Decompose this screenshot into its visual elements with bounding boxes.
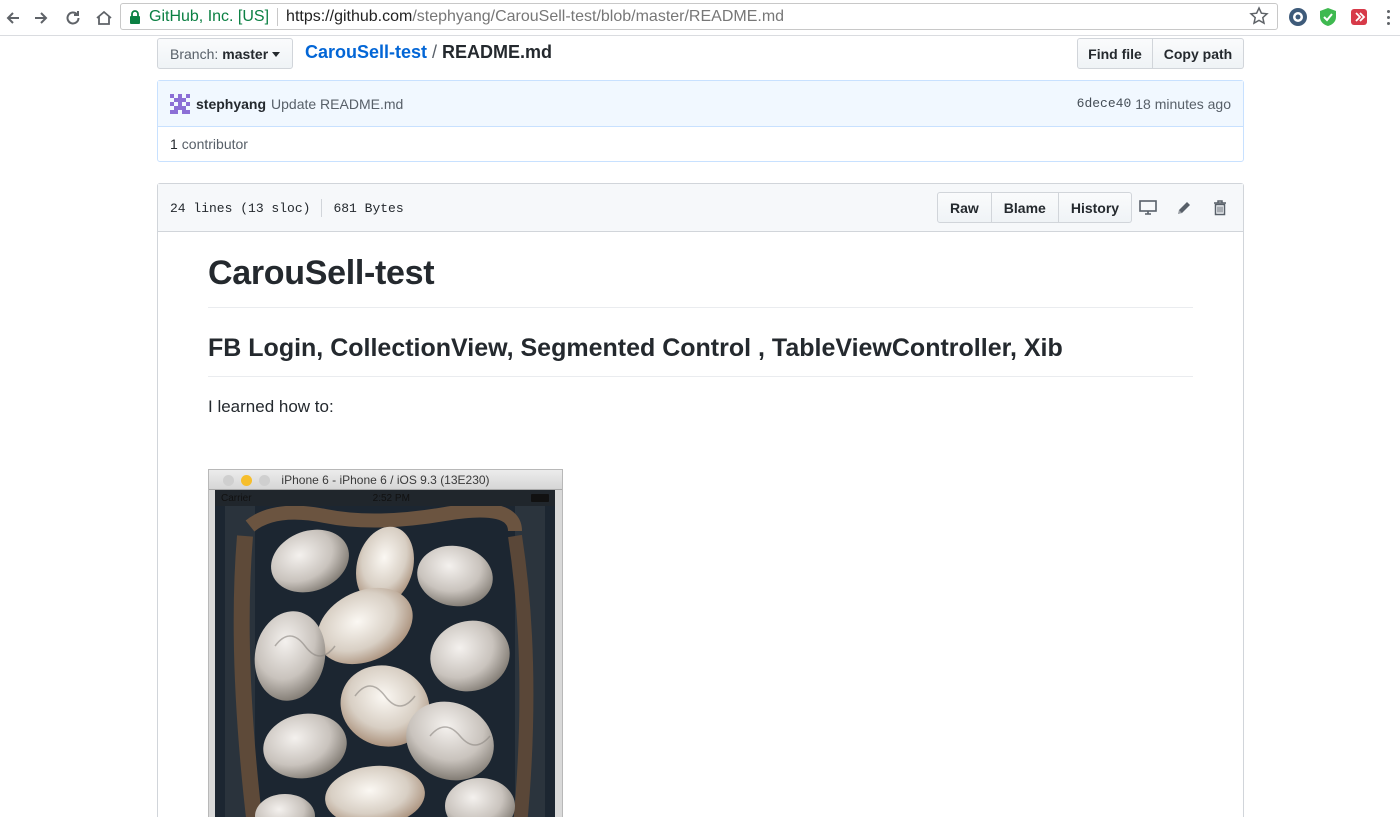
commit-message[interactable]: Update README.md [271, 96, 403, 112]
history-button[interactable]: History [1058, 192, 1133, 223]
readme-title: CarouSell-test [208, 254, 1193, 308]
find-file-button[interactable]: Find file [1077, 38, 1153, 69]
file-name: README.md [442, 42, 553, 62]
file-info: 24 lines (13 sloc) 681 Bytes [170, 199, 404, 217]
copy-path-button[interactable]: Copy path [1153, 38, 1244, 69]
file-info-divider [321, 199, 323, 217]
security-org: GitHub, Inc. [US] [149, 7, 270, 25]
simulator-screenshot: iPhone 6 - iPhone 6 / iOS 9.3 (13E230) C… [208, 469, 563, 817]
commit-sha[interactable]: 6dece40 [1077, 96, 1132, 111]
contributors-count: 1 [170, 136, 178, 152]
extension-ghostery-icon[interactable] [1287, 6, 1309, 28]
browser-menu-icon[interactable] [1382, 6, 1394, 28]
simulator-title: iPhone 6 - iPhone 6 / iOS 9.3 (13E230) [281, 472, 490, 487]
contributors-label: contributor [181, 136, 248, 152]
commit-info: stephyang Update README.md 6dece40 18 mi… [158, 81, 1243, 127]
avatar[interactable] [170, 93, 190, 114]
readme-subtitle: FB Login, CollectionView, Segmented Cont… [208, 334, 1193, 377]
status-time: 2:52 PM [372, 492, 410, 504]
breadcrumb-separator: / [432, 42, 438, 62]
battery-icon [531, 494, 549, 502]
pencil-icon[interactable] [1174, 198, 1194, 218]
raw-button[interactable]: Raw [937, 192, 992, 223]
branch-name: master [222, 45, 269, 62]
file-container: 24 lines (13 sloc) 681 Bytes Raw Blame H… [157, 183, 1244, 817]
browser-toolbar: GitHub, Inc. [US] https://github.com /st… [0, 0, 1400, 36]
phone-screen: Carrier 2:52 PM [215, 490, 555, 817]
commit-tease: stephyang Update README.md 6dece40 18 mi… [157, 80, 1244, 162]
minimize-dot-icon [241, 475, 252, 486]
contributors[interactable]: 1 contributor [158, 127, 1243, 161]
file-actions: Raw Blame History [937, 192, 1133, 223]
seashells-photo [215, 506, 555, 817]
file-nav-buttons: Find file Copy path [1077, 38, 1244, 69]
branch-label: Branch: [170, 45, 219, 62]
commit-time: 18 minutes ago [1135, 95, 1231, 112]
home-icon[interactable] [91, 5, 117, 31]
branch-selector-button[interactable]: Branch: master [157, 38, 293, 69]
file-size: 681 Bytes [333, 200, 404, 216]
caret-down-icon [272, 52, 281, 57]
bookmark-star-icon[interactable] [1249, 6, 1269, 29]
address-divider [277, 7, 279, 26]
extension-red-icon[interactable] [1348, 6, 1370, 28]
repo-link[interactable]: CarouSell-test [305, 42, 427, 62]
readme-paragraph: I learned how to: [208, 397, 334, 416]
simulator-title-bar: iPhone 6 - iPhone 6 / iOS 9.3 (13E230) [209, 470, 562, 490]
desktop-icon[interactable] [1138, 198, 1158, 218]
commit-author[interactable]: stephyang [196, 96, 266, 112]
carrier-label: Carrier [221, 492, 252, 504]
url-path: /stephyang/CarouSell-test/blob/master/RE… [412, 7, 785, 25]
breadcrumb: CarouSell-test / README.md [305, 42, 552, 63]
file-lines: 24 lines (13 sloc) [170, 200, 311, 216]
phone-status-bar: Carrier 2:52 PM [215, 490, 555, 506]
lock-icon [129, 9, 143, 25]
extension-shield-icon[interactable] [1317, 6, 1339, 28]
zoom-dot-icon [259, 475, 270, 486]
file-header: 24 lines (13 sloc) 681 Bytes Raw Blame H… [158, 184, 1243, 232]
back-icon[interactable] [0, 5, 26, 31]
forward-icon[interactable] [28, 5, 54, 31]
address-bar[interactable]: GitHub, Inc. [US] https://github.com /st… [120, 3, 1278, 30]
url-host: https://github.com [286, 7, 413, 25]
trash-icon[interactable] [1210, 198, 1230, 218]
close-dot-icon [223, 475, 234, 486]
readme-body: CarouSell-test FB Login, CollectionView,… [208, 254, 1193, 417]
blame-button[interactable]: Blame [991, 192, 1059, 223]
reload-icon[interactable] [60, 5, 86, 31]
